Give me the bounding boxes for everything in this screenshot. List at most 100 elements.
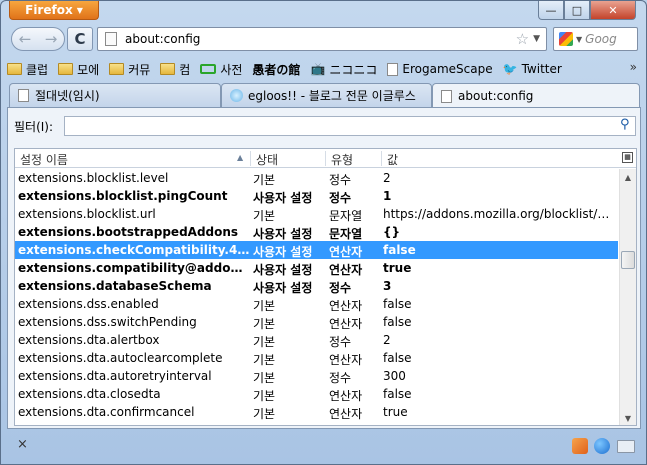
minimize-button[interactable]: — <box>538 1 564 20</box>
bookmark-label: 클럽 <box>26 62 49 77</box>
reload-button[interactable]: C <box>67 27 93 51</box>
bookmark-item[interactable]: 클럽 <box>7 61 48 78</box>
pref-name-cell: extensions.dta.autoclearcomplete <box>18 351 223 365</box>
vertical-scrollbar[interactable]: ▲ ▼ <box>619 169 636 425</box>
pref-type-cell: 연산자 <box>329 263 363 277</box>
table-row[interactable]: extensions.checkCompatibility.4.0b 사용자 설정… <box>15 241 618 259</box>
column-divider[interactable] <box>325 151 326 166</box>
table-row[interactable]: extensions.dta.autoclearcomplete 기본 연산자 fal… <box>15 349 618 367</box>
column-header-type[interactable]: 유형 <box>331 151 353 168</box>
bookmark-item[interactable]: ErogameScape <box>387 62 493 76</box>
tab-jeoldaenet[interactable]: 절대넷(임시) <box>9 83 221 107</box>
bookmark-item[interactable]: 🐦 Twitter <box>503 62 562 76</box>
pref-value-cell: false <box>383 297 412 311</box>
bookmark-item[interactable]: 컴 <box>160 61 190 78</box>
back-forward-group: ← → <box>11 27 65 51</box>
search-input[interactable]: Goog <box>585 32 617 46</box>
column-header-name[interactable]: 설정 이름 <box>20 151 68 168</box>
table-row[interactable]: extensions.dss.enabled 기본 연산자 false <box>15 295 618 313</box>
close-window-button[interactable]: ✕ <box>590 1 636 20</box>
search-engine-dropdown-icon[interactable]: ▼ <box>576 35 582 44</box>
pref-value-cell: 3 <box>383 279 392 293</box>
address-input[interactable]: about:config <box>125 32 516 46</box>
table-row[interactable]: extensions.compatibility@addons.moz...사용… <box>15 259 618 277</box>
dropdown-arrow-icon: ▼ <box>76 5 83 15</box>
scrollbar-thumb[interactable] <box>621 251 635 269</box>
close-addon-bar-button[interactable]: × <box>17 437 28 452</box>
pref-status-cell: 사용자 설정 <box>253 281 313 295</box>
page-icon <box>441 89 452 103</box>
pref-type-cell: 정수 <box>329 335 352 349</box>
search-icon[interactable]: ⚲ <box>620 117 632 132</box>
pref-value-cell: 2 <box>383 171 391 185</box>
pref-value-cell: false <box>383 351 412 365</box>
back-arrow-icon[interactable]: ← <box>19 30 32 48</box>
bookmark-label: 愚者の館 <box>252 62 301 77</box>
address-bar[interactable]: about:config ☆ ▼ <box>97 27 547 51</box>
pref-value-cell: true <box>383 261 412 275</box>
table-row[interactable]: extensions.blocklist.url 기본 문자열 https://add… <box>15 205 618 223</box>
search-box[interactable]: ▼ Goog <box>553 27 638 51</box>
tab-egloos[interactable]: egloos!! - 블로그 전문 이글루스 <box>221 83 432 107</box>
pref-status-cell: 사용자 설정 <box>253 263 313 277</box>
mail-icon[interactable] <box>617 440 635 453</box>
pref-type-cell: 문자열 <box>329 209 363 223</box>
about-config-page: 필터(I): ⚲ 설정 이름 ▲ 상태 유형 값 ▦ extensions.bl… <box>7 107 641 429</box>
filter-label: 필터(I): <box>14 119 54 134</box>
scroll-up-arrow-icon[interactable]: ▲ <box>620 169 636 185</box>
tab-about-config[interactable]: about:config <box>432 83 640 108</box>
column-header-status[interactable]: 상태 <box>256 151 278 168</box>
firefox-menu-button[interactable]: Firefox ▼ <box>9 1 99 20</box>
google-icon[interactable] <box>559 32 573 46</box>
pref-value-cell: 1 <box>383 189 392 203</box>
scroll-down-arrow-icon[interactable]: ▼ <box>620 410 636 425</box>
bookmark-label: ニコニコ <box>329 62 378 77</box>
table-row[interactable]: extensions.dta.alertbox 기본 정수 2 <box>15 331 618 349</box>
column-header-value[interactable]: 값 <box>387 151 398 168</box>
table-row[interactable]: extensions.dta.closedta 기본 연산자 false <box>15 385 618 403</box>
table-row[interactable]: extensions.bootstrappedAddons 사용자 설정 문자열 {} <box>15 223 618 241</box>
sort-ascending-icon: ▲ <box>237 153 244 162</box>
bookmark-item[interactable]: 사전 <box>200 61 242 78</box>
globe-icon[interactable] <box>594 438 610 454</box>
bookmark-item[interactable]: 커뮤 <box>109 61 150 78</box>
table-row[interactable]: extensions.dss.switchPending 기본 연산자 false <box>15 313 618 331</box>
column-divider[interactable] <box>381 151 382 166</box>
bookmark-label: Twitter <box>521 62 562 76</box>
pref-name-cell: extensions.blocklist.level <box>18 171 169 185</box>
column-picker-icon[interactable]: ▦ <box>622 152 633 163</box>
history-dropdown-icon[interactable]: ▼ <box>533 34 540 44</box>
pref-type-cell: 연산자 <box>329 407 363 421</box>
preferences-table: 설정 이름 ▲ 상태 유형 값 ▦ extensions.blocklist.l… <box>14 148 637 426</box>
pref-status-cell: 기본 <box>253 353 276 367</box>
bookmark-label: 커뮤 <box>128 62 151 77</box>
pref-name-cell: extensions.bootstrappedAddons <box>18 225 239 239</box>
pref-type-cell: 정수 <box>329 281 352 295</box>
bookmark-label: 컴 <box>179 62 191 77</box>
bookmark-item[interactable]: 모에 <box>58 61 99 78</box>
pref-status-cell: 기본 <box>253 407 276 421</box>
pref-status-cell: 사용자 설정 <box>253 245 313 259</box>
table-row[interactable]: extensions.dta.confirmcancel 기본 연산자 true <box>15 403 618 421</box>
table-body: extensions.blocklist.level 기본 정수 2 extension… <box>15 169 618 421</box>
bookmark-item[interactable]: 愚者の館 <box>252 61 300 78</box>
filter-bar: 필터(I): ⚲ <box>14 116 636 136</box>
maximize-button[interactable]: □ <box>564 1 590 20</box>
pref-type-cell: 연산자 <box>329 353 363 367</box>
table-row[interactable]: extensions.blocklist.pingCount 사용자 설정 정수 1 <box>15 187 618 205</box>
bookmark-item[interactable]: 📺 ニコニコ <box>310 61 377 78</box>
bookmarks-overflow-button[interactable]: » <box>630 60 637 74</box>
filter-input[interactable] <box>64 116 636 136</box>
pref-type-cell: 연산자 <box>329 299 363 313</box>
pref-type-cell: 연산자 <box>329 389 363 403</box>
pref-status-cell: 기본 <box>253 209 276 223</box>
table-row[interactable]: extensions.databaseSchema 사용자 설정 정수 3 <box>15 277 618 295</box>
table-row[interactable]: extensions.dta.autoretryinterval 기본 정수 300 <box>15 367 618 385</box>
pref-name-cell: extensions.dta.confirmcancel <box>18 405 195 419</box>
tab-label: about:config <box>458 89 534 103</box>
column-divider[interactable] <box>250 151 251 166</box>
forward-arrow-icon[interactable]: → <box>45 30 58 48</box>
rss-feed-icon[interactable] <box>572 438 588 454</box>
bookmark-star-icon[interactable]: ☆ <box>516 30 529 48</box>
table-row[interactable]: extensions.blocklist.level 기본 정수 2 <box>15 169 618 187</box>
